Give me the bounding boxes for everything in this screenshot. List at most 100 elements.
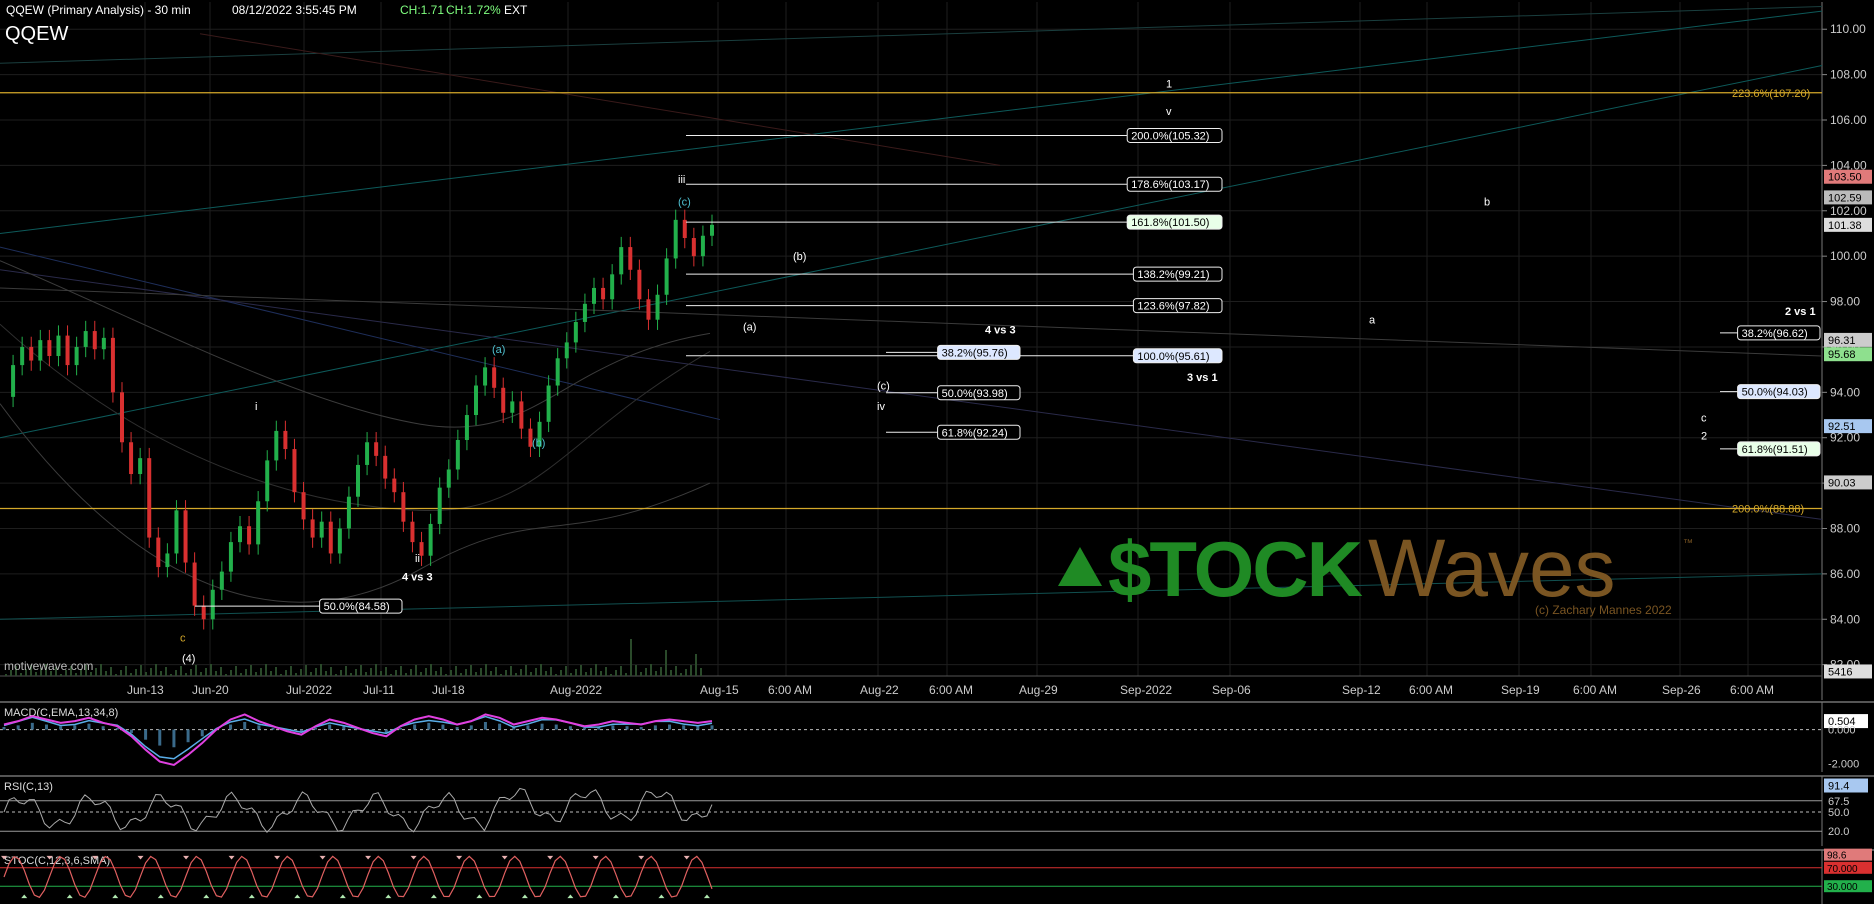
volume-bar [485, 664, 487, 676]
wave-label: c [180, 632, 186, 644]
volume-bar [330, 667, 332, 676]
volume-bar [620, 666, 622, 676]
axis-badge-label: 90.03 [1828, 477, 1856, 489]
candle-body [655, 294, 660, 320]
volume-bar [480, 668, 482, 676]
fib-label: 200.0%(105.32) [1131, 130, 1209, 142]
annotation-label: 4 vs 3 [402, 572, 433, 584]
volume-bar [700, 668, 702, 676]
wave-label: (a) [492, 344, 505, 356]
x-tick-label: 6:00 AM [1409, 683, 1453, 697]
volume-bar [430, 664, 432, 676]
volume-bar [570, 673, 572, 676]
volume-bar [345, 666, 347, 676]
wave-label: (b) [793, 251, 806, 263]
candle-body [664, 258, 669, 295]
candle-body [29, 346, 34, 361]
candle-body [519, 401, 524, 429]
volume-bar [280, 674, 282, 676]
y-tick-label: 110.00 [1830, 22, 1866, 36]
candle-body [11, 365, 16, 397]
volume-bar [100, 664, 102, 676]
volume-bar [585, 672, 587, 676]
wave-label: c [1701, 412, 1707, 424]
candle-body [555, 358, 560, 386]
candle-body [265, 460, 270, 502]
volume-bar [610, 674, 612, 676]
volume-bar [605, 667, 607, 676]
wave-label: (b) [532, 437, 545, 449]
volume-bar [310, 672, 312, 676]
volume-bar [385, 667, 387, 676]
volume-bar [665, 650, 667, 676]
candle-body [120, 392, 124, 443]
candle-body [464, 415, 469, 440]
rsi-tick-label: 50.0 [1828, 807, 1849, 819]
y-tick-label: 108.00 [1830, 68, 1867, 82]
gold-level-label: 200.0%(88.88) [1732, 504, 1804, 516]
volume-bar [595, 664, 597, 676]
price-panel[interactable]: Jun-13 Jun-20 Jul-2022 Jul-11 Jul-18 Aug-2022… [0, 0, 1874, 904]
axis-badge-label: 96.31 [1828, 335, 1856, 347]
candle-body [700, 235, 705, 257]
volume-bar [515, 673, 517, 676]
volume-bar [130, 673, 132, 676]
volume-bar [165, 667, 167, 676]
volume-bar [420, 672, 422, 676]
candle-body [455, 439, 460, 470]
x-tick-label: 6:00 AM [768, 683, 812, 697]
volume-bar [120, 670, 122, 676]
wave-label: a [1369, 315, 1376, 327]
volume-bar [230, 670, 232, 676]
x-tick-label: Sep-06 [1212, 683, 1251, 697]
volume-bar [390, 674, 392, 676]
fib-label: 61.8%(92.24) [942, 427, 1008, 439]
y-tick-label: 84.00 [1830, 612, 1860, 626]
chart-canvas[interactable]: Jun-13 Jun-20 Jul-2022 Jul-11 Jul-18 Aug-2022… [0, 0, 1874, 904]
volume-bar [155, 664, 157, 676]
volume-bar [565, 666, 567, 676]
volume-bar [695, 654, 697, 676]
chart-timestamp: 08/12/2022 3:55:45 PM [232, 3, 357, 17]
volume-bar [635, 665, 637, 676]
y-tick-label: 94.00 [1830, 385, 1860, 399]
y-tick-label: 100.00 [1830, 249, 1867, 263]
volume-bar [185, 673, 187, 676]
candle-body [101, 337, 106, 350]
candle-body [437, 487, 442, 524]
candle-body [283, 430, 288, 450]
volume-bar [520, 669, 522, 676]
fib-label: 61.8%(91.51) [1742, 444, 1808, 456]
volume-bar [300, 669, 302, 676]
wave-label: v [1166, 106, 1172, 118]
volume-bar [240, 673, 242, 676]
rsi-tick-label: 20.0 [1828, 826, 1849, 838]
wave-label: iv [877, 401, 885, 413]
candle-body [210, 589, 215, 620]
volume-bar [235, 666, 237, 676]
wave-label: (4) [182, 653, 195, 665]
volume-bar [315, 668, 317, 676]
panel-title: MACD(C,EMA,13,34,8) [4, 707, 118, 719]
volume-bar [460, 673, 462, 676]
volume-bar [490, 671, 492, 676]
x-tick-label: 6:00 AM [1730, 683, 1774, 697]
candle-body [710, 224, 714, 236]
y-tick-label: 98.00 [1830, 295, 1860, 309]
volume-bar [180, 666, 182, 676]
candle-body [610, 274, 615, 300]
volume-bar [680, 673, 682, 676]
gold-level-label: 223.6%(107.20) [1732, 88, 1810, 100]
y-tick-label: 102.00 [1830, 204, 1867, 218]
chart-change-pct: CH:1.72% [446, 3, 501, 17]
x-tick-label: Aug-15 [700, 683, 739, 697]
volume-bar [195, 665, 197, 676]
y-tick-label: 106.00 [1830, 113, 1867, 127]
rsi-tick-label: 67.5 [1828, 796, 1849, 808]
volume-bar [140, 665, 142, 676]
volume-bar [105, 671, 107, 676]
chart-symbol: QQEW [5, 23, 68, 45]
candle-body [637, 269, 642, 300]
candle-body [492, 367, 497, 388]
x-tick-label: Sep-12 [1342, 683, 1381, 697]
